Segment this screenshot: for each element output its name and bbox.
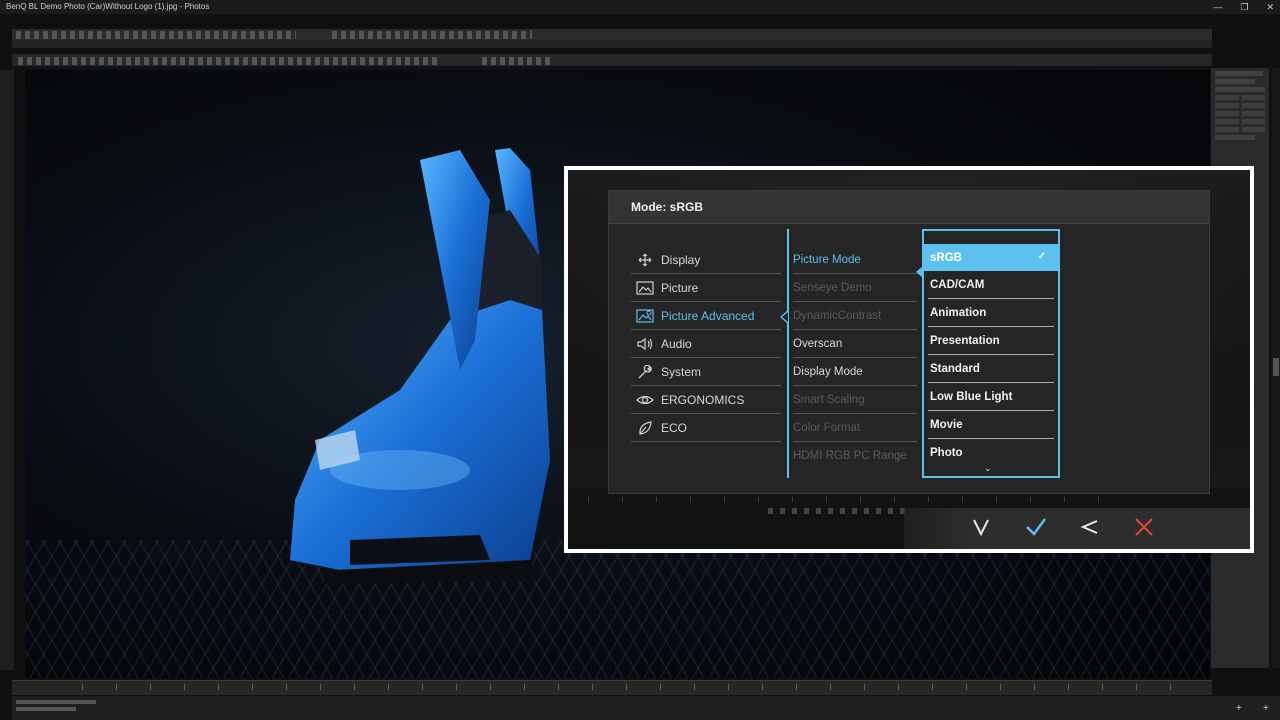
option-cad-cam[interactable]: CAD/CAM <box>928 271 1054 299</box>
vertical-scrollbar[interactable] <box>1272 68 1280 668</box>
speaker-icon <box>635 337 655 351</box>
secondary-toolbar[interactable] <box>12 54 1212 66</box>
osd-mode-title: Mode: sRGB <box>631 200 703 214</box>
option-label: sRGB <box>930 251 962 264</box>
chevron-left-icon <box>1079 516 1101 543</box>
close-icon <box>1133 516 1155 543</box>
menu-item-display[interactable]: Display <box>631 246 781 274</box>
osd-main-menu: Display Picture Picture Advanced Audio S… <box>631 246 781 442</box>
window-titlebar: BenQ BL Demo Photo (Car)Without Logo (1)… <box>0 0 1280 14</box>
minimize-button[interactable]: — <box>1213 0 1222 14</box>
menu-item-label: Picture Advanced <box>661 308 755 323</box>
check-icon: ✓ <box>1037 251 1046 262</box>
picture-mode-options: sRGB ✓ CAD/CAM Animation Presentation St… <box>922 229 1060 478</box>
option-presentation[interactable]: Presentation <box>928 327 1054 355</box>
submenu-item-color-format: Color Format <box>793 414 917 442</box>
option-low-blue-light[interactable]: Low Blue Light <box>928 383 1054 411</box>
leaf-icon <box>635 420 655 435</box>
status-bar <box>12 696 1280 720</box>
menu-item-label: Picture <box>661 280 699 295</box>
back-key-button[interactable] <box>1075 514 1105 544</box>
left-tool-strip[interactable] <box>0 70 14 670</box>
menu-item-audio[interactable]: Audio <box>631 330 781 358</box>
submenu-item-senseye-demo: Senseye Demo <box>793 274 917 302</box>
menu-item-label: Audio <box>661 336 692 351</box>
exit-key-button[interactable] <box>1129 514 1159 544</box>
ribbon-tabs[interactable] <box>12 40 1212 48</box>
menu-item-label: System <box>661 364 702 379</box>
menu-item-label: ERGONOMICS <box>661 392 745 407</box>
active-notch <box>780 310 788 324</box>
menu-item-system[interactable]: System <box>631 358 781 386</box>
check-icon <box>1025 516 1047 543</box>
option-photo[interactable]: Photo <box>928 439 1054 466</box>
option-srgb[interactable]: sRGB ✓ <box>924 244 1058 271</box>
option-animation[interactable]: Animation <box>928 299 1054 327</box>
osd-sub-menu: Picture Mode Senseye Demo DynamicContras… <box>793 246 917 469</box>
confirm-key-button[interactable] <box>1021 514 1051 544</box>
submenu-item-overscan[interactable]: Overscan <box>793 330 917 358</box>
osd-header: Mode: sRGB <box>609 191 1209 224</box>
submenu-item-smart-scaling: Smart Scaling <box>793 386 917 414</box>
submenu-item-dynamic-contrast: DynamicContrast <box>793 302 917 330</box>
close-window-button[interactable]: ✕ <box>1266 0 1274 14</box>
picture-advanced-icon <box>635 308 655 323</box>
menu-item-label: ECO <box>661 420 688 435</box>
menu-item-picture-advanced[interactable]: Picture Advanced <box>631 302 781 330</box>
timeline-slider[interactable] <box>12 680 1212 695</box>
chevron-down-icon <box>970 516 992 543</box>
scrollbar-thumb[interactable] <box>1273 358 1279 376</box>
down-key-button[interactable] <box>966 514 996 544</box>
osd-menu: Mode: sRGB Display Picture Picture Advan… <box>608 190 1210 494</box>
eye-icon <box>635 393 655 407</box>
submenu-item-hdmi-rgb-range: HDMI RGB PC Range <box>793 449 907 462</box>
menu-item-ergonomics[interactable]: ERGONOMICS <box>631 386 781 414</box>
wrench-icon <box>635 364 655 379</box>
maximize-button[interactable]: ❐ <box>1240 0 1248 14</box>
submenu-item-display-mode[interactable]: Display Mode <box>793 358 917 386</box>
osd-photo: Mode: sRGB Display Picture Picture Advan… <box>568 170 1250 549</box>
window-title: BenQ BL Demo Photo (Car)Without Logo (1)… <box>6 2 210 11</box>
menu-divider <box>787 229 789 478</box>
menu-item-eco[interactable]: ECO <box>631 414 781 442</box>
picture-icon <box>635 280 655 295</box>
osd-hotkey-bar <box>904 508 1250 549</box>
pan-plus-icon[interactable]: + <box>1263 704 1273 714</box>
zoom-plus-icon[interactable]: + <box>1236 704 1246 714</box>
scroll-down-icon[interactable]: ⌄ <box>984 463 992 474</box>
move-arrows-icon <box>635 253 655 267</box>
osd-photo-frame: Mode: sRGB Display Picture Picture Advan… <box>564 166 1254 553</box>
submenu-item-picture-mode[interactable]: Picture Mode <box>793 246 917 274</box>
menu-item-label: Display <box>661 252 701 267</box>
option-standard[interactable]: Standard <box>928 355 1054 383</box>
menu-item-picture[interactable]: Picture <box>631 274 781 302</box>
option-movie[interactable]: Movie <box>928 411 1054 439</box>
